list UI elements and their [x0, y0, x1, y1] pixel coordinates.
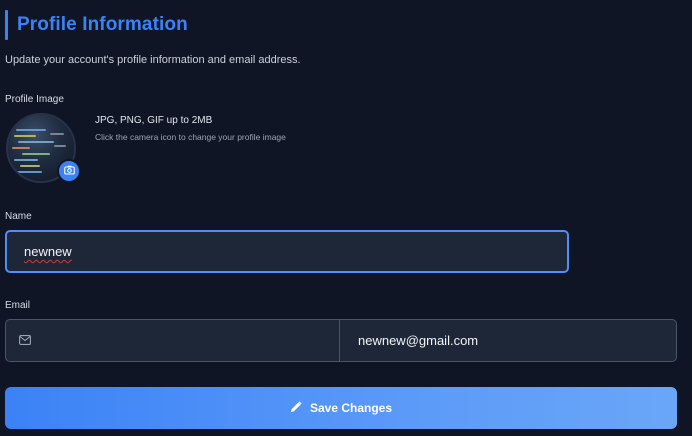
email-input[interactable]: newnew@gmail.com	[339, 319, 677, 362]
save-changes-button[interactable]: Save Changes	[5, 387, 677, 429]
name-input-value: newnew	[24, 244, 72, 259]
email-field-group: newnew@gmail.com	[5, 319, 677, 362]
image-format-hint: JPG, PNG, GIF up to 2MB	[95, 115, 213, 126]
name-label: Name	[5, 211, 32, 222]
mail-icon	[19, 332, 31, 350]
title-accent-bar	[5, 10, 8, 40]
name-input[interactable]: newnew	[5, 230, 569, 273]
pencil-icon	[290, 400, 302, 416]
email-label: Email	[5, 300, 31, 311]
page-title: Profile Information	[17, 14, 188, 35]
email-icon-addon	[5, 319, 339, 362]
section-header: Profile Information	[5, 10, 188, 40]
change-avatar-button[interactable]	[57, 159, 81, 183]
avatar-container	[6, 113, 81, 187]
email-input-value: newnew@gmail.com	[358, 333, 479, 348]
profile-image-label: Profile Image	[5, 94, 64, 105]
camera-icon	[63, 162, 75, 180]
image-change-hint: Click the camera icon to change your pro…	[95, 132, 286, 142]
profile-settings-page: Profile Information Update your account'…	[0, 0, 692, 436]
page-subtitle: Update your account's profile informatio…	[5, 54, 301, 66]
save-changes-label: Save Changes	[309, 401, 393, 415]
